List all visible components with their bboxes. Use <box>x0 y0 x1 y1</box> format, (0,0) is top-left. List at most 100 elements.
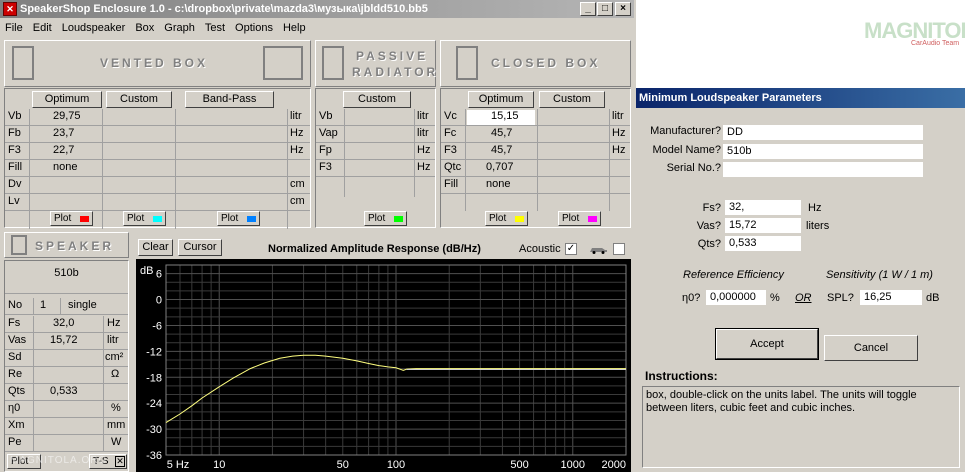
eta-input[interactable]: 0,000000 <box>706 290 766 305</box>
qts-label: Qts? <box>697 238 721 250</box>
clear-button[interactable]: Clear <box>138 239 173 256</box>
x-tick-label: 5 Hz <box>167 459 190 471</box>
passive-plot-button[interactable]: Plot <box>364 211 407 226</box>
vented-bandpass-button[interactable]: Band-Pass <box>185 91 274 108</box>
cancel-button[interactable]: Cancel <box>824 335 918 361</box>
watermark: MAGNITOLA.ORG <box>10 455 108 466</box>
qts-input[interactable]: 0,533 <box>725 236 801 251</box>
y-tick-label: -24 <box>146 398 162 410</box>
vented-custom-button[interactable]: Custom <box>106 91 172 108</box>
menu-loudspeaker[interactable]: Loudspeaker <box>57 19 131 37</box>
color-swatch <box>80 216 89 222</box>
car-checkbox[interactable] <box>613 243 625 255</box>
manufacturer-label: Manufacturer? <box>650 125 721 137</box>
fs-input[interactable]: 32, <box>725 200 801 215</box>
sensitivity-label: Sensitivity (1 W / 1 m) <box>826 269 933 281</box>
y-tick-label: 6 <box>156 269 162 281</box>
closed-custom-button[interactable]: Custom <box>539 91 605 108</box>
speaker-mode[interactable]: single <box>68 299 97 311</box>
closed-fc-value[interactable]: 45,7 <box>491 127 512 139</box>
spl-input[interactable]: 16,25 <box>860 290 922 305</box>
y-tick-label: -30 <box>146 424 162 436</box>
menu-box[interactable]: Box <box>130 19 159 37</box>
spl-unit: dB <box>926 292 940 304</box>
accept-button[interactable]: Accept <box>715 328 819 360</box>
instructions-text: box, double-click on the units label. Th… <box>642 386 960 468</box>
x-tick-label: 1000 <box>561 459 585 471</box>
menu-edit[interactable]: Edit <box>28 19 57 37</box>
y-axis-label: dB <box>140 265 153 277</box>
vented-row-fb: Fb 23,7 Hz <box>5 126 310 143</box>
closed-f3-value[interactable]: 45,7 <box>491 144 512 156</box>
minimize-button[interactable]: _ <box>580 2 596 16</box>
bandpass-box-icon <box>263 46 303 80</box>
model-input[interactable]: 510b <box>723 144 923 159</box>
graph-title: Normalized Amplitude Response (dB/Hz) <box>268 243 481 255</box>
acoustic-label: Acoustic <box>519 243 561 255</box>
or-label: OR <box>795 292 812 304</box>
closed-qtc-value[interactable]: 0,707 <box>486 161 514 173</box>
x-tick-label: 500 <box>510 459 528 471</box>
spl-label: SPL? <box>827 292 854 304</box>
brand-subtitle: CarAudio Team <box>911 40 960 47</box>
amplitude-response-chart[interactable]: dB 6 0 -6 -12 -18 -24 -30 -36 5 Hz 10 50 100 500 1000 2… <box>136 259 631 472</box>
vented-box-panel: Optimum Custom Band-Pass Vb 29,75 litr Fb 2… <box>4 88 311 229</box>
speaker-icon <box>11 235 27 255</box>
vented-fb-value[interactable]: 23,7 <box>53 127 74 139</box>
speaker-model[interactable]: 510b <box>5 261 128 294</box>
dialog-title: Minimum Loudspeaker Parameters <box>636 88 965 108</box>
closed-optimum-button[interactable]: Optimum <box>468 91 534 108</box>
closed-fill-value[interactable]: none <box>486 178 510 190</box>
color-swatch <box>153 216 162 222</box>
passive-radiator-title-2: RADIATOR <box>352 65 439 79</box>
vented-vb-value[interactable]: 29,75 <box>53 110 81 122</box>
acoustic-checkbox[interactable]: ✓ <box>565 243 577 255</box>
speaker-qts-value[interactable]: 0,533 <box>50 385 78 397</box>
vented-plot-button-1[interactable]: Plot <box>50 211 93 226</box>
close-button[interactable]: × <box>615 2 631 16</box>
speaker-panel: 510b No 1 single Fs 32,0 Hz Vas 15,72 litr S… <box>4 260 129 472</box>
speaker-app-icon[interactable]: ✕ <box>3 2 17 16</box>
speaker-fs-value[interactable]: 32,0 <box>53 317 74 329</box>
speaker-number[interactable]: 1 <box>40 299 46 311</box>
closed-plot-button-1[interactable]: Plot <box>485 211 528 226</box>
speaker-header[interactable]: SPEAKER <box>4 232 129 258</box>
y-tick-label: -12 <box>146 346 162 358</box>
passive-custom-button[interactable]: Custom <box>343 91 411 108</box>
speaker-row-no: No 1 single <box>5 298 128 315</box>
main-window: ✕ SpeakerShop Enclosure 1.0 - c:\dropbox… <box>0 0 634 472</box>
cursor-button[interactable]: Cursor <box>178 239 222 256</box>
vented-optimum-button[interactable]: Optimum <box>32 91 102 108</box>
passive-radiator-header[interactable]: PASSIVE RADIATOR <box>315 40 436 87</box>
vented-plot-button-2[interactable]: Plot <box>123 211 166 226</box>
closed-box-title: CLOSED BOX <box>491 56 601 70</box>
vented-f3-value[interactable]: 22,7 <box>53 144 74 156</box>
vas-input[interactable]: 15,72 <box>725 218 801 233</box>
vented-fill-value[interactable]: none <box>53 161 77 173</box>
color-swatch <box>394 216 403 222</box>
passive-radiator-title-1: PASSIVE <box>356 49 429 63</box>
manufacturer-input[interactable]: DD <box>723 125 923 140</box>
min-params-dialog: Minimum Loudspeaker Parameters Manufactu… <box>636 88 965 472</box>
x-tick-label: 10 <box>213 459 225 471</box>
vented-plot-button-3[interactable]: Plot <box>217 211 260 226</box>
menu-test[interactable]: Test <box>200 19 230 37</box>
menu-options[interactable]: Options <box>230 19 278 37</box>
serial-label: Serial No.? <box>666 162 721 174</box>
vented-row-vb: Vb 29,75 litr <box>5 109 310 126</box>
menu-graph[interactable]: Graph <box>159 19 200 37</box>
maximize-button[interactable]: □ <box>597 2 613 16</box>
speaker-vas-value[interactable]: 15,72 <box>50 334 78 346</box>
vas-unit[interactable]: liters <box>806 220 829 232</box>
checkbox-icon[interactable]: ✕ <box>115 456 125 467</box>
serial-input[interactable] <box>723 162 923 177</box>
ref-efficiency-label: Reference Efficiency <box>683 269 784 281</box>
menu-file[interactable]: File <box>0 19 28 37</box>
closed-box-header[interactable]: CLOSED BOX <box>440 40 631 87</box>
closed-vc-value[interactable]: 15,15 <box>491 110 519 122</box>
closed-plot-button-2[interactable]: Plot <box>558 211 601 226</box>
vented-row-lv: Lv cm <box>5 194 310 211</box>
menu-help[interactable]: Help <box>278 19 311 37</box>
logo-area: MAGNITOLA CarAudio Team <box>636 0 965 88</box>
vented-box-header[interactable]: VENTED BOX <box>4 40 311 87</box>
